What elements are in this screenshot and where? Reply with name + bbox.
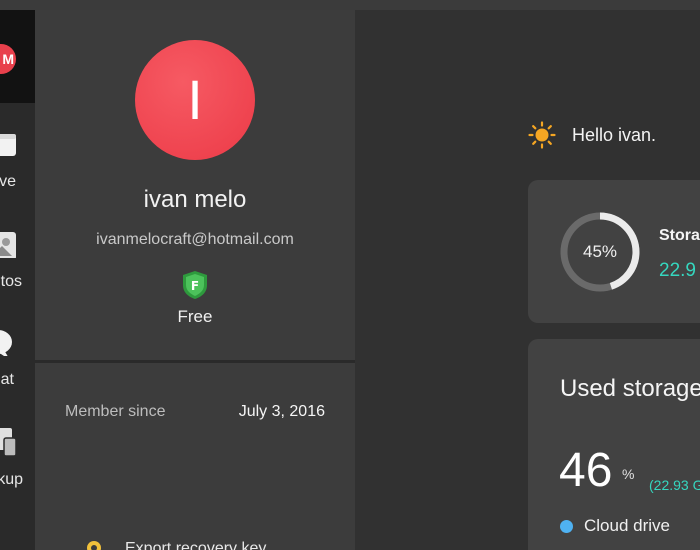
storage-summary-card[interactable]: 45% Stora 22.9: [528, 180, 700, 323]
avatar[interactable]: I: [135, 40, 255, 160]
top-bar: [0, 0, 700, 10]
sidebar-item-photos[interactable]: tos: [0, 228, 35, 298]
greeting: Hello ivan.: [528, 121, 656, 149]
sidebar-item-label: ve: [0, 173, 16, 190]
sidebar-item-label: kup: [0, 471, 23, 488]
used-storage-title: Used storage: [560, 375, 700, 402]
key-icon: [87, 541, 101, 550]
member-since-label: Member since: [65, 403, 166, 420]
profile-panel: I ivan melo ivanmelocraft@hotmail.com F …: [35, 10, 355, 360]
legend-label-cloud-drive: Cloud drive: [584, 516, 670, 535]
export-recovery-key-link[interactable]: Export recovery key: [125, 540, 266, 550]
drive-icon: [0, 134, 16, 156]
plan-label: Free: [177, 307, 213, 326]
app-root: M ve tos at kup I ivan melo ivanmelocraf…: [0, 0, 700, 550]
storage-amount: 22.9: [659, 260, 696, 281]
sidebar-item-backup[interactable]: kup: [0, 426, 35, 496]
used-storage-percent: 46: [559, 444, 613, 497]
chat-icon: [0, 330, 12, 356]
backup-icon: [0, 428, 16, 456]
mega-logo-icon: M: [0, 44, 16, 74]
app-logo[interactable]: M: [0, 10, 35, 103]
sidebar-item-label: at: [0, 371, 14, 388]
member-since-value: July 3, 2016: [238, 403, 325, 420]
free-plan-shield-icon: F: [183, 271, 207, 299]
used-storage-percent-sign: %: [622, 466, 635, 482]
profile-email: ivanmelocraft@hotmail.com: [96, 231, 294, 248]
storage-percent: 45%: [582, 242, 618, 261]
profile-name: ivan melo: [143, 186, 247, 213]
used-storage-card: Used storage 46 % (22.93 G Cloud drive: [528, 339, 700, 550]
sidebar-item-drive[interactable]: ve: [0, 128, 35, 198]
badge-letter: F: [191, 279, 199, 293]
sun-icon: [528, 121, 556, 149]
photos-icon: [0, 232, 16, 258]
storage-title: Stora: [659, 227, 700, 244]
sidebar-item-chat[interactable]: at: [0, 326, 35, 396]
sidebar-item-label: tos: [0, 273, 22, 290]
legend-dot-cloud-drive: [560, 520, 573, 533]
greeting-text: Hello ivan.: [572, 124, 657, 145]
used-storage-amount: (22.93 G: [649, 477, 700, 493]
account-details-panel: Member since July 3, 2016 Export recover…: [35, 363, 355, 550]
